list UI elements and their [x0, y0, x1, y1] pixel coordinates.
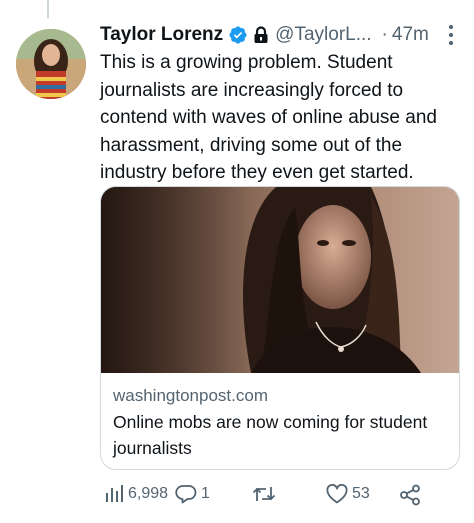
reply-icon [175, 485, 197, 504]
thread-connector-line [47, 0, 49, 18]
tweet-actions: 6,998 1 53 [100, 478, 462, 514]
verified-badge-icon [228, 25, 248, 45]
author-display-name[interactable]: Taylor Lorenz [100, 24, 223, 46]
views-button[interactable]: 6,998 [104, 484, 168, 504]
retweet-button[interactable] [252, 484, 280, 504]
avatar[interactable] [16, 29, 86, 99]
card-image [101, 187, 459, 373]
card-title: Online mobs are now coming for student j… [113, 412, 428, 458]
views-count: 6,998 [128, 485, 169, 502]
tweet-timestamp[interactable]: 47m [392, 24, 429, 46]
tweet-text: This is a growing problem. Student journ… [100, 52, 437, 183]
retweet-icon [252, 487, 276, 501]
share-icon [400, 484, 420, 506]
share-button[interactable] [399, 484, 421, 506]
like-button[interactable]: 53 [326, 484, 370, 504]
heart-icon [326, 484, 348, 504]
card-domain: washingtonpost.com [113, 386, 268, 405]
reply-count: 1 [201, 485, 210, 502]
like-count: 53 [352, 485, 370, 502]
reply-button[interactable]: 1 [175, 484, 210, 504]
separator-dot: · [381, 24, 388, 45]
more-vertical-icon[interactable] [448, 24, 454, 46]
avatar-image [16, 29, 86, 99]
tweet-header: Taylor Lorenz @TaylorL... · 47m [100, 20, 460, 50]
author-handle[interactable]: @TaylorL... [275, 24, 371, 46]
lock-icon [253, 26, 269, 44]
link-preview-card[interactable]: washingtonpost.com Online mobs are now c… [100, 186, 460, 470]
analytics-icon [106, 485, 123, 502]
